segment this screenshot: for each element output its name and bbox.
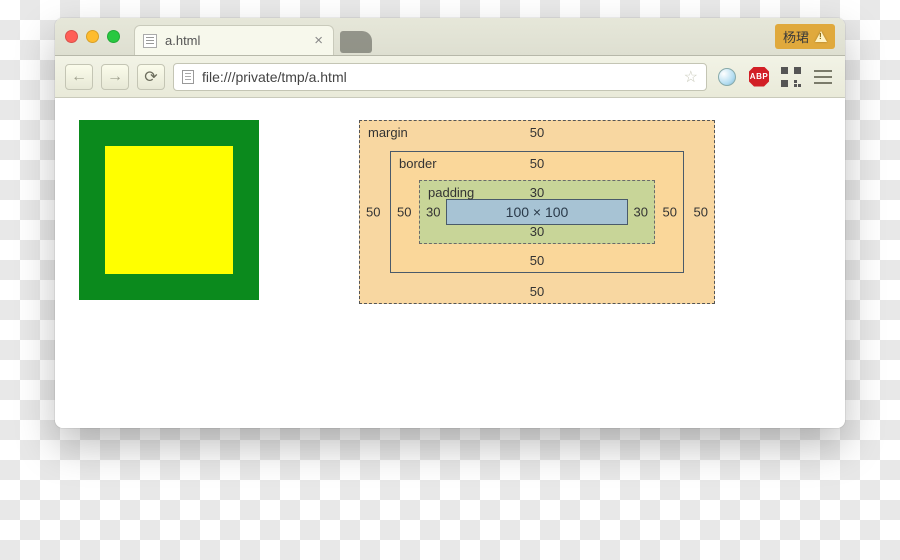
border-right-value: 50 — [663, 205, 677, 220]
file-icon — [143, 34, 157, 48]
margin-top-value: 50 — [530, 125, 544, 140]
page-viewport: margin 50 50 50 50 border 50 50 50 50 pa… — [55, 98, 845, 428]
profile-badge[interactable]: 杨珺 — [775, 24, 835, 49]
padding-right-value: 30 — [634, 205, 648, 220]
url-text: file:///private/tmp/a.html — [202, 69, 676, 85]
margin-bottom-value: 50 — [530, 284, 544, 299]
margin-left-value: 50 — [366, 205, 380, 220]
box-model-border: border 50 50 50 50 padding 30 30 30 30 1… — [390, 151, 684, 273]
hamburger-icon — [814, 76, 832, 78]
padding-top-value: 30 — [530, 185, 544, 200]
back-button[interactable]: ← — [65, 64, 93, 90]
qr-extension-icon[interactable] — [779, 65, 803, 89]
padding-left-value: 30 — [426, 205, 440, 220]
box-model-margin: margin 50 50 50 50 border 50 50 50 50 pa… — [359, 120, 715, 304]
page-icon — [182, 70, 194, 84]
border-left-value: 50 — [397, 205, 411, 220]
padding-bottom-value: 30 — [530, 224, 544, 239]
minimize-window-button[interactable] — [86, 30, 99, 43]
close-window-button[interactable] — [65, 30, 78, 43]
browser-tab[interactable]: a.html × — [134, 25, 334, 55]
new-tab-button[interactable] — [340, 31, 372, 53]
margin-label: margin — [368, 125, 408, 140]
border-top-value: 50 — [530, 156, 544, 171]
border-bottom-value: 50 — [530, 253, 544, 268]
warning-icon — [815, 31, 827, 42]
adblock-extension-icon[interactable]: ABP — [747, 65, 771, 89]
box-model-padding: padding 30 30 30 30 100 × 100 — [419, 180, 655, 244]
tab-title: a.html — [165, 33, 306, 48]
titlebar: a.html × 杨珺 — [55, 18, 845, 56]
box-model-diagram: margin 50 50 50 50 border 50 50 50 50 pa… — [359, 120, 715, 394]
forward-button[interactable]: → — [101, 64, 129, 90]
reload-button[interactable]: ⟳ — [137, 64, 165, 90]
zoom-window-button[interactable] — [107, 30, 120, 43]
browser-window: a.html × 杨珺 ← → ⟳ file:///private/tmp/a.… — [55, 18, 845, 428]
border-label: border — [399, 156, 437, 171]
menu-button[interactable] — [811, 65, 835, 89]
address-bar[interactable]: file:///private/tmp/a.html ☆ — [173, 63, 707, 91]
demo-box-border — [79, 120, 259, 300]
close-tab-button[interactable]: × — [314, 33, 323, 48]
profile-name: 杨珺 — [783, 27, 809, 46]
traffic-lights — [65, 30, 120, 43]
toolbar: ← → ⟳ file:///private/tmp/a.html ☆ ABP — [55, 56, 845, 98]
bookmark-star-icon[interactable]: ☆ — [684, 67, 698, 87]
margin-right-value: 50 — [694, 205, 708, 220]
box-model-content: 100 × 100 — [446, 199, 628, 225]
globe-extension-icon[interactable] — [715, 65, 739, 89]
demo-box-content — [105, 146, 233, 274]
padding-label: padding — [428, 185, 474, 200]
